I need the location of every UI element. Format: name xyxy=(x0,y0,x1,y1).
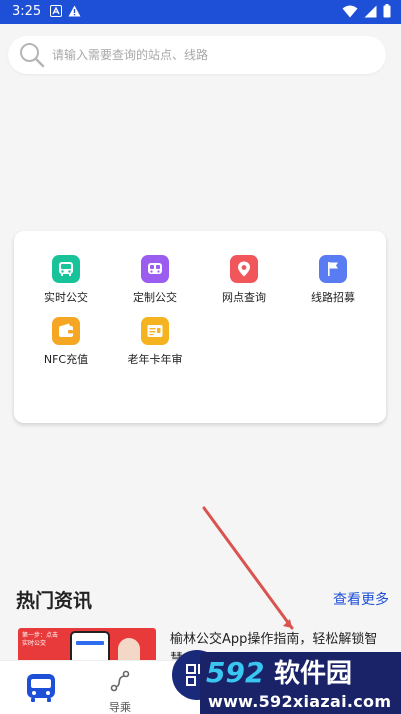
service-label: 线路招募 xyxy=(311,291,355,304)
service-label: 实时公交 xyxy=(44,291,88,304)
search-input[interactable] xyxy=(52,44,372,66)
custom-bus-icon xyxy=(141,255,169,283)
service-custom-bus[interactable]: 定制公交 xyxy=(115,255,195,305)
svg-text:软件园: 软件园 xyxy=(274,659,352,688)
signal-icon xyxy=(364,5,377,17)
service-route-recruit[interactable]: 线路招募 xyxy=(293,255,373,305)
status-right-icons xyxy=(342,4,391,18)
thumb-caption: 第一步：点击实时公交 xyxy=(22,632,59,647)
location-pin-icon xyxy=(230,255,258,283)
status-bar: 3:25 xyxy=(0,0,401,24)
service-senior-card[interactable]: 老年卡年审 xyxy=(115,317,195,367)
flag-icon xyxy=(319,255,347,283)
wifi-icon xyxy=(342,5,358,17)
id-card-icon xyxy=(141,317,169,345)
search-bar[interactable] xyxy=(8,36,386,74)
more-link[interactable]: 查看更多 xyxy=(333,589,389,609)
status-time: 3:25 xyxy=(12,4,42,19)
status-left-icons xyxy=(50,5,81,17)
service-label: 定制公交 xyxy=(133,291,177,304)
nav-guide-label: 导乘 xyxy=(109,701,131,714)
service-label: 老年卡年审 xyxy=(127,353,183,366)
svg-text:592: 592 xyxy=(206,656,264,688)
news-section-title: 热门资讯 xyxy=(16,590,93,612)
watermark: 592 软件园 www.592xiazai.com xyxy=(200,652,401,714)
nav-home[interactable] xyxy=(24,671,58,705)
notification-a-icon xyxy=(50,5,62,17)
bus-icon xyxy=(52,255,80,283)
wallet-icon xyxy=(52,317,80,345)
service-outlet-search[interactable]: 网点查询 xyxy=(204,255,284,305)
watermark-logo: 592 软件园 xyxy=(206,656,352,688)
service-card: 实时公交 定制公交 网点查询 线路招募 NFC充值 老年卡年审 xyxy=(14,231,386,423)
battery-icon xyxy=(383,4,391,18)
search-icon xyxy=(20,43,45,68)
service-label: NFC充值 xyxy=(43,353,89,366)
service-nfc-topup[interactable]: NFC充值 xyxy=(26,317,106,367)
bus-icon xyxy=(27,674,55,702)
warning-icon xyxy=(68,5,81,17)
watermark-url: www.592xiazai.com xyxy=(208,692,392,711)
service-realtime-bus[interactable]: 实时公交 xyxy=(26,255,106,305)
route-icon xyxy=(110,670,130,692)
service-label: 网点查询 xyxy=(222,291,266,304)
nav-guide[interactable]: 导乘 xyxy=(100,669,140,714)
